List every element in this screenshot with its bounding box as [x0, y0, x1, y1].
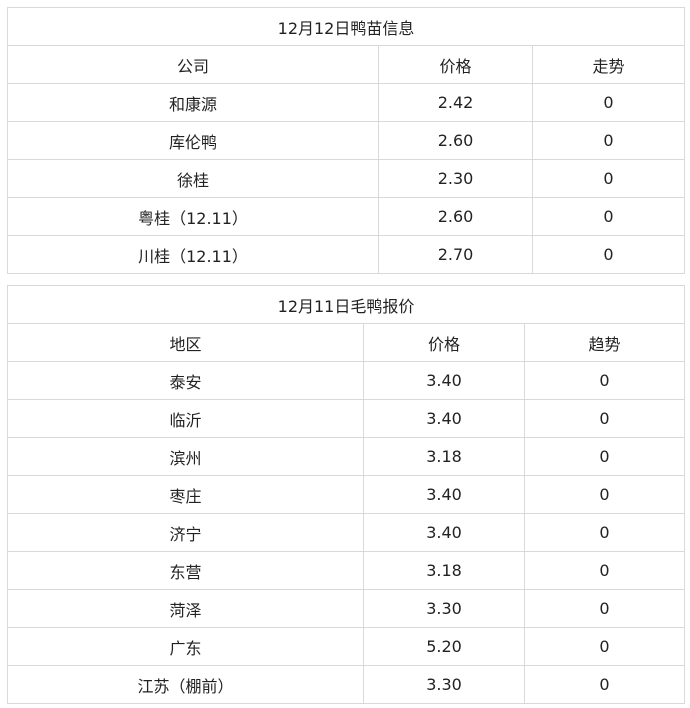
company-cell: 徐桂 [7, 159, 379, 198]
trend-cell: 0 [531, 121, 686, 160]
trend-cell: 0 [523, 475, 686, 514]
price-cell: 3.40 [363, 361, 525, 400]
table-row: 东营 3.18 0 [7, 551, 686, 590]
table-row: 泰安 3.40 0 [7, 361, 686, 400]
company-cell: 库伦鸭 [7, 121, 379, 160]
trend-cell: 0 [523, 589, 686, 628]
price-cell: 3.30 [363, 665, 525, 704]
table-row: 江苏（棚前） 3.30 0 [7, 665, 686, 704]
company-cell: 川桂（12.11） [7, 235, 379, 274]
company-cell: 粤桂（12.11） [7, 197, 379, 236]
region-cell: 广东 [7, 627, 364, 666]
header-company: 公司 [7, 45, 379, 84]
header-trend: 趋势 [523, 323, 686, 362]
trend-cell: 0 [531, 197, 686, 236]
trend-cell: 0 [523, 551, 686, 590]
region-cell: 东营 [7, 551, 364, 590]
table-row: 和康源 2.42 0 [7, 83, 686, 122]
table-header-row: 公司 价格 走势 [7, 45, 686, 84]
table-row: 菏泽 3.30 0 [7, 589, 686, 628]
trend-cell: 0 [523, 361, 686, 400]
region-cell: 泰安 [7, 361, 364, 400]
trend-cell: 0 [523, 399, 686, 438]
trend-cell: 0 [523, 665, 686, 704]
table-title: 12月11日毛鸭报价 [6, 285, 686, 324]
trend-cell: 0 [531, 83, 686, 122]
price-cell: 3.40 [363, 475, 525, 514]
table-row: 库伦鸭 2.60 0 [7, 121, 686, 160]
duckling-price-table: 12月12日鸭苗信息 公司 价格 走势 和康源 2.42 0 库伦鸭 2.60 … [6, 7, 686, 274]
table-row: 徐桂 2.30 0 [7, 159, 686, 198]
trend-cell: 0 [523, 437, 686, 476]
table-row: 临沂 3.40 0 [7, 399, 686, 438]
price-cell: 2.60 [378, 121, 533, 160]
table-row: 广东 5.20 0 [7, 627, 686, 666]
trend-cell: 0 [523, 513, 686, 552]
price-cell: 3.18 [363, 437, 525, 476]
price-cell: 2.60 [378, 197, 533, 236]
table-title-row: 12月11日毛鸭报价 [6, 285, 686, 324]
table-row: 济宁 3.40 0 [7, 513, 686, 552]
table-row: 枣庄 3.40 0 [7, 475, 686, 514]
trend-cell: 0 [531, 159, 686, 198]
region-cell: 滨州 [7, 437, 364, 476]
price-cell: 2.30 [378, 159, 533, 198]
price-cell: 3.40 [363, 399, 525, 438]
header-price: 价格 [378, 45, 533, 84]
region-cell: 江苏（棚前） [7, 665, 364, 704]
region-cell: 菏泽 [7, 589, 364, 628]
header-price: 价格 [363, 323, 525, 362]
live-duck-price-table: 12月11日毛鸭报价 地区 价格 趋势 泰安 3.40 0 临沂 3.40 0 … [6, 285, 686, 704]
price-cell: 3.30 [363, 589, 525, 628]
region-cell: 枣庄 [7, 475, 364, 514]
price-cell: 5.20 [363, 627, 525, 666]
table-row: 川桂（12.11） 2.70 0 [7, 235, 686, 274]
table-header-row: 地区 价格 趋势 [7, 323, 686, 362]
table-title: 12月12日鸭苗信息 [6, 7, 686, 46]
region-cell: 临沂 [7, 399, 364, 438]
table-row: 粤桂（12.11） 2.60 0 [7, 197, 686, 236]
table-row: 滨州 3.18 0 [7, 437, 686, 476]
price-cell: 3.40 [363, 513, 525, 552]
table-title-row: 12月12日鸭苗信息 [6, 7, 686, 46]
region-cell: 济宁 [7, 513, 364, 552]
trend-cell: 0 [523, 627, 686, 666]
price-cell: 3.18 [363, 551, 525, 590]
price-cell: 2.70 [378, 235, 533, 274]
header-trend: 走势 [531, 45, 686, 84]
trend-cell: 0 [531, 235, 686, 274]
company-cell: 和康源 [7, 83, 379, 122]
price-cell: 2.42 [378, 83, 533, 122]
header-region: 地区 [7, 323, 364, 362]
